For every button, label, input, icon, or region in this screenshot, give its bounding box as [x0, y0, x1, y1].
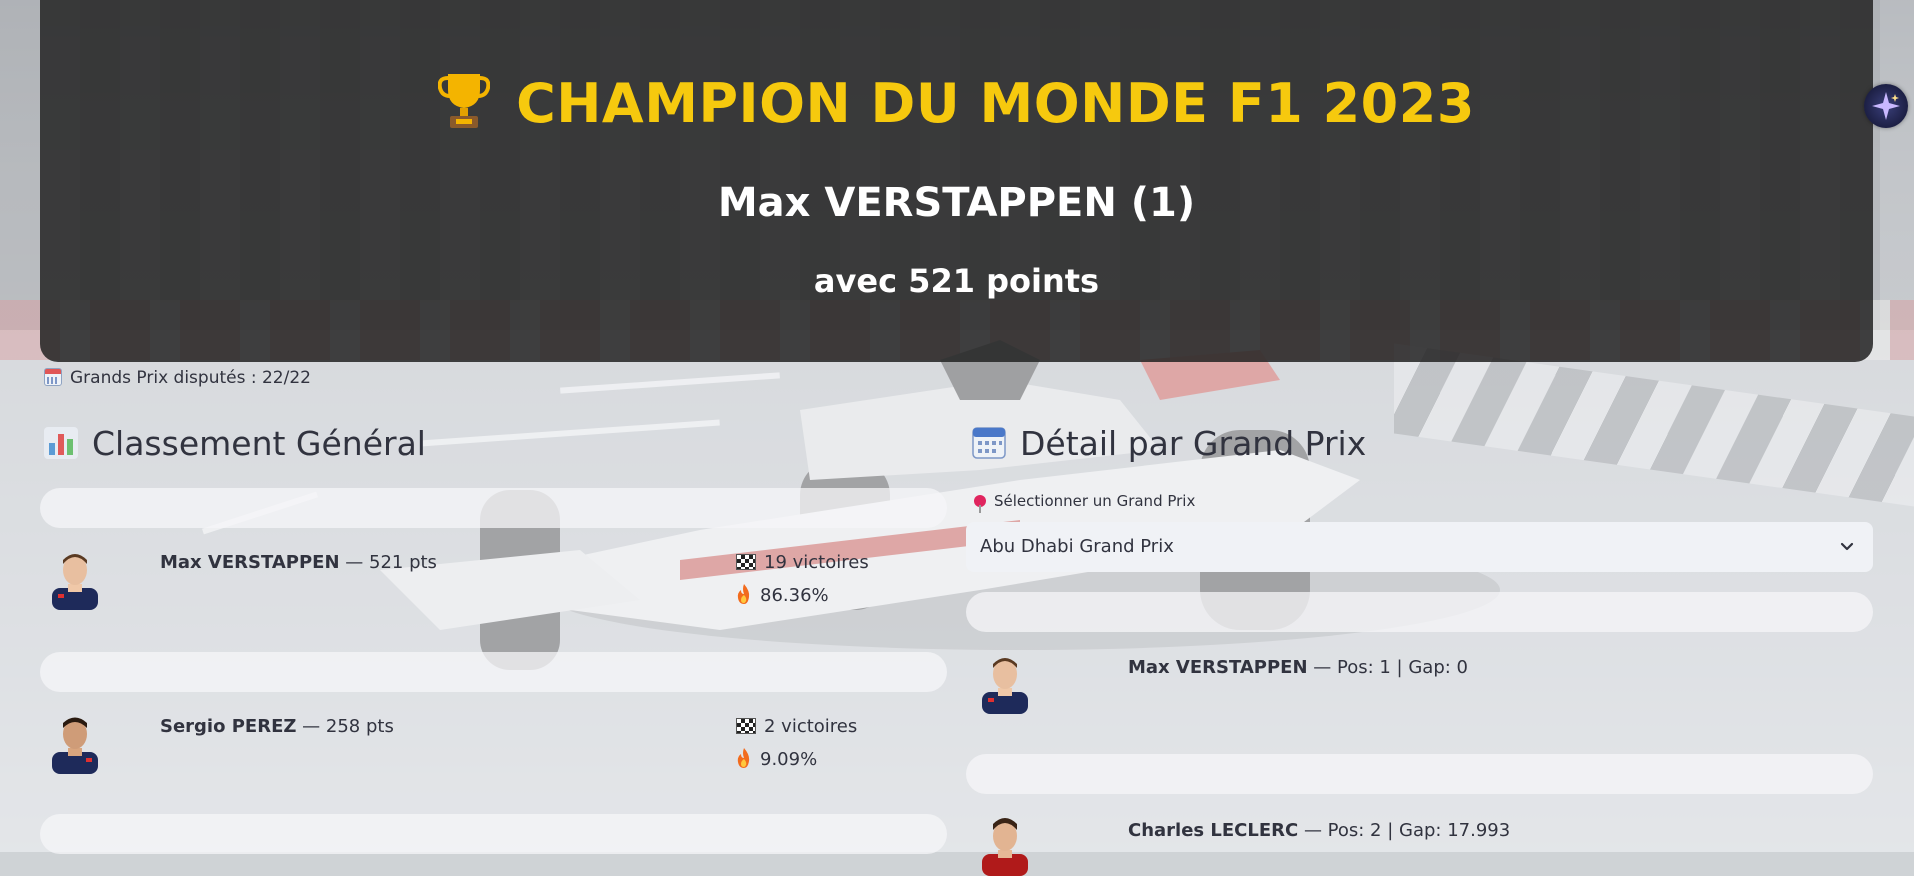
driver-standing-line: Max VERSTAPPEN — 521 pts	[160, 552, 437, 573]
driver-wins: 19 victoires	[736, 552, 869, 573]
driver-name: Charles LECLERC	[1128, 820, 1299, 841]
driver-wins-text: 2 victoires	[764, 716, 858, 737]
sparkle-icon[interactable]	[1864, 84, 1908, 128]
standings-row-separator	[40, 814, 947, 854]
races-completed-text: Grands Prix disputés : 22/22	[70, 368, 311, 388]
driver-wins-text: 19 victoires	[764, 552, 869, 573]
driver-avatar	[46, 548, 104, 610]
driver-win-rate-text: 86.36%	[760, 585, 829, 606]
gp-select-label-text: Sélectionner un Grand Prix	[994, 492, 1196, 510]
race-result-line: Charles LECLERC — Pos: 2 | Gap: 17.993	[1128, 820, 1510, 841]
gp-detail-heading: Détail par Grand Prix	[972, 424, 1366, 463]
driver-points: — 258 pts	[296, 716, 394, 737]
driver-name: Max VERSTAPPEN	[160, 552, 340, 573]
gp-select-value: Abu Dhabi Grand Prix	[980, 536, 1174, 557]
gp-select-label: Sélectionner un Grand Prix	[974, 492, 1196, 513]
driver-win-rate: 86.36%	[736, 584, 829, 606]
calendar-icon	[44, 368, 62, 386]
driver-win-rate-text: 9.09%	[760, 749, 818, 770]
driver-name: Sergio PEREZ	[160, 716, 297, 737]
checkered-flag-icon	[736, 718, 756, 734]
checkered-flag-icon	[736, 554, 756, 570]
fire-icon	[737, 748, 750, 768]
driver-points: — 521 pts	[339, 552, 437, 573]
result-row-separator	[966, 592, 1873, 632]
driver-wins: 2 victoires	[736, 716, 857, 737]
pushpin-icon	[974, 495, 986, 513]
champion-banner: CHAMPION DU MONDE F1 2023 Max VERSTAPPEN…	[40, 0, 1873, 362]
banner-title-text: CHAMPION DU MONDE F1 2023	[516, 72, 1475, 135]
driver-name: Max VERSTAPPEN	[1128, 657, 1308, 678]
driver-standing-line: Sergio PEREZ — 258 pts	[160, 716, 394, 737]
trophy-icon	[438, 74, 491, 128]
fire-icon	[737, 584, 750, 604]
races-completed: Grands Prix disputés : 22/22	[44, 368, 311, 388]
chevron-down-icon[interactable]	[1839, 538, 1855, 554]
champion-name: Max VERSTAPPEN (1)	[717, 180, 1196, 226]
calendar-icon	[972, 427, 1006, 459]
driver-avatar	[46, 712, 104, 774]
race-result-info: — Pos: 1 | Gap: 0	[1307, 657, 1468, 678]
champion-points: avec 521 points	[813, 262, 1100, 300]
result-row-separator	[966, 754, 1873, 794]
standings-row-separator	[40, 652, 947, 692]
driver-avatar	[976, 814, 1034, 876]
banner-title: CHAMPION DU MONDE F1 2023	[40, 70, 1873, 135]
race-result-line: Max VERSTAPPEN — Pos: 1 | Gap: 0	[1128, 657, 1468, 678]
driver-win-rate: 9.09%	[736, 748, 817, 770]
driver-avatar	[976, 652, 1034, 714]
standings-heading-text: Classement Général	[92, 424, 426, 463]
gp-select[interactable]: Abu Dhabi Grand Prix	[966, 522, 1873, 572]
standings-row-separator	[40, 488, 947, 528]
bar-chart-icon	[44, 427, 78, 459]
race-result-info: — Pos: 2 | Gap: 17.993	[1298, 820, 1511, 841]
gp-detail-heading-text: Détail par Grand Prix	[1020, 424, 1367, 463]
standings-heading: Classement Général	[44, 424, 426, 463]
